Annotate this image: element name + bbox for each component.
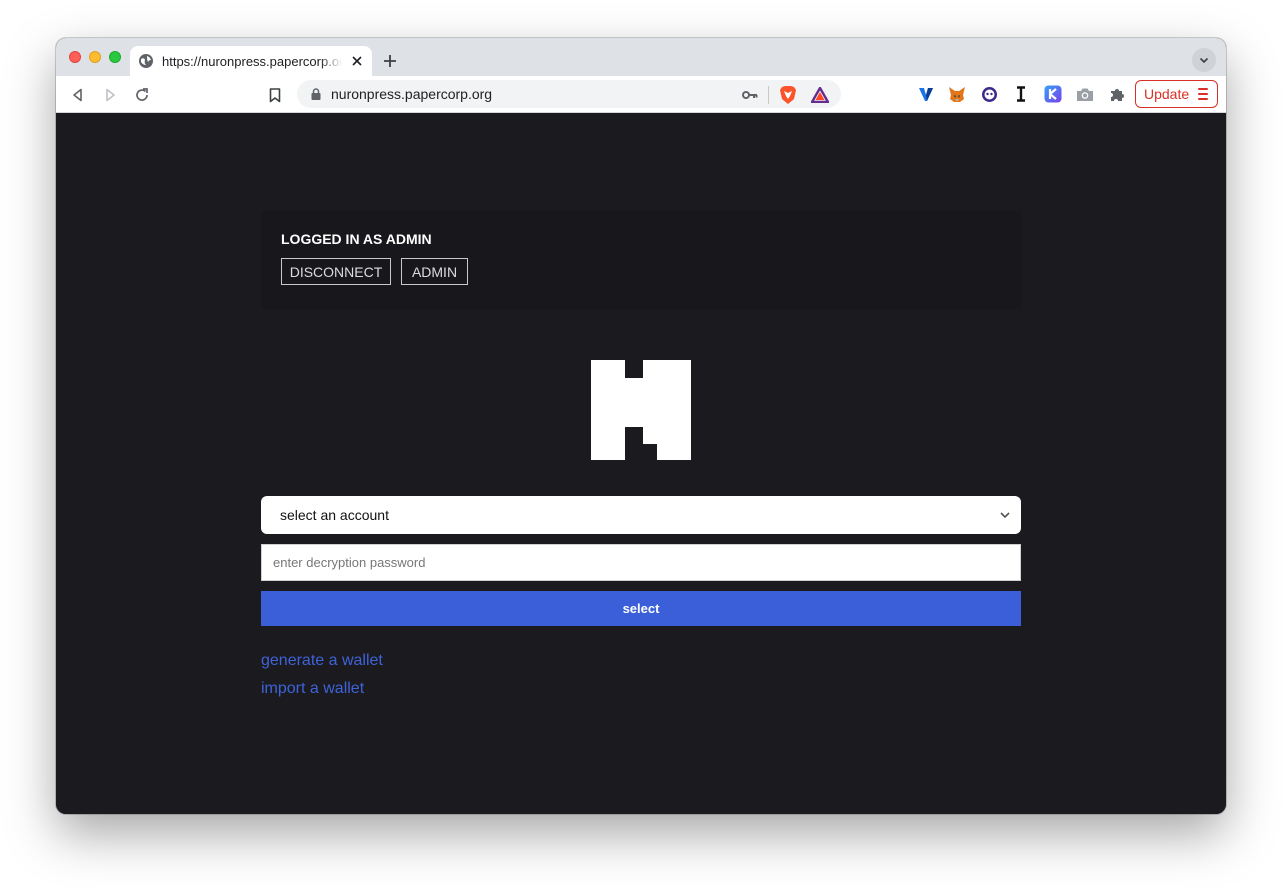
url-text[interactable]: nuronpress.papercorp.org <box>331 86 492 102</box>
tab-title: https://nuronpress.papercorp.org <box>162 53 343 69</box>
admin-button[interactable]: ADMIN <box>401 258 468 285</box>
lock-icon[interactable] <box>311 88 321 100</box>
browser-window: https://nuronpress.papercorp.org nuronpr… <box>56 38 1226 814</box>
tab-close-icon[interactable] <box>350 54 364 68</box>
keplr-icon[interactable] <box>1043 84 1063 104</box>
bookmark-icon[interactable] <box>261 84 289 106</box>
decryption-password-input[interactable] <box>261 544 1021 581</box>
brave-rewards-icon[interactable] <box>809 84 831 106</box>
close-window-button[interactable] <box>69 51 81 63</box>
metamask-fox-icon[interactable] <box>947 84 967 104</box>
disconnect-button[interactable]: DISCONNECT <box>281 258 391 285</box>
account-select[interactable]: select an account <box>261 496 1021 534</box>
browser-toolbar: nuronpress.papercorp.org Update <box>56 76 1226 113</box>
key-icon[interactable] <box>742 85 760 105</box>
maximize-window-button[interactable] <box>109 51 121 63</box>
tab-search-chevron-icon[interactable] <box>1192 48 1216 72</box>
login-status-panel: LOGGED IN AS ADMIN DISCONNECT ADMIN <box>261 211 1021 309</box>
select-button[interactable]: select <box>261 591 1021 626</box>
smiley-extension-icon[interactable] <box>979 84 999 104</box>
browser-tab[interactable]: https://nuronpress.papercorp.org <box>130 46 372 76</box>
account-select-value: select an account <box>280 507 389 523</box>
camera-icon[interactable] <box>1075 84 1095 104</box>
forward-arrow-icon[interactable] <box>96 84 124 106</box>
page-content: LOGGED IN AS ADMIN DISCONNECT ADMIN sele… <box>56 113 1226 814</box>
divider <box>768 86 769 104</box>
update-label: Update <box>1144 86 1190 102</box>
reload-icon[interactable] <box>128 84 156 106</box>
login-status-text: LOGGED IN AS ADMIN <box>281 231 432 247</box>
generate-wallet-link[interactable]: generate a wallet <box>261 652 383 670</box>
nuron-logo <box>591 360 691 460</box>
plus-icon[interactable] <box>380 51 400 71</box>
update-button[interactable]: Update <box>1135 80 1218 108</box>
brave-shield-icon[interactable] <box>777 84 799 106</box>
address-bar[interactable]: nuronpress.papercorp.org <box>297 80 841 108</box>
back-arrow-icon[interactable] <box>64 84 92 106</box>
import-wallet-link[interactable]: import a wallet <box>261 680 364 698</box>
menu-icon <box>1198 88 1208 100</box>
v-extension-icon[interactable] <box>916 84 936 104</box>
globe-icon <box>138 53 154 69</box>
minimize-window-button[interactable] <box>89 51 101 63</box>
puzzle-icon[interactable] <box>1107 84 1127 104</box>
tab-strip: https://nuronpress.papercorp.org <box>56 38 1226 76</box>
instapaper-icon[interactable] <box>1011 84 1031 104</box>
chevron-down-icon <box>999 509 1011 521</box>
